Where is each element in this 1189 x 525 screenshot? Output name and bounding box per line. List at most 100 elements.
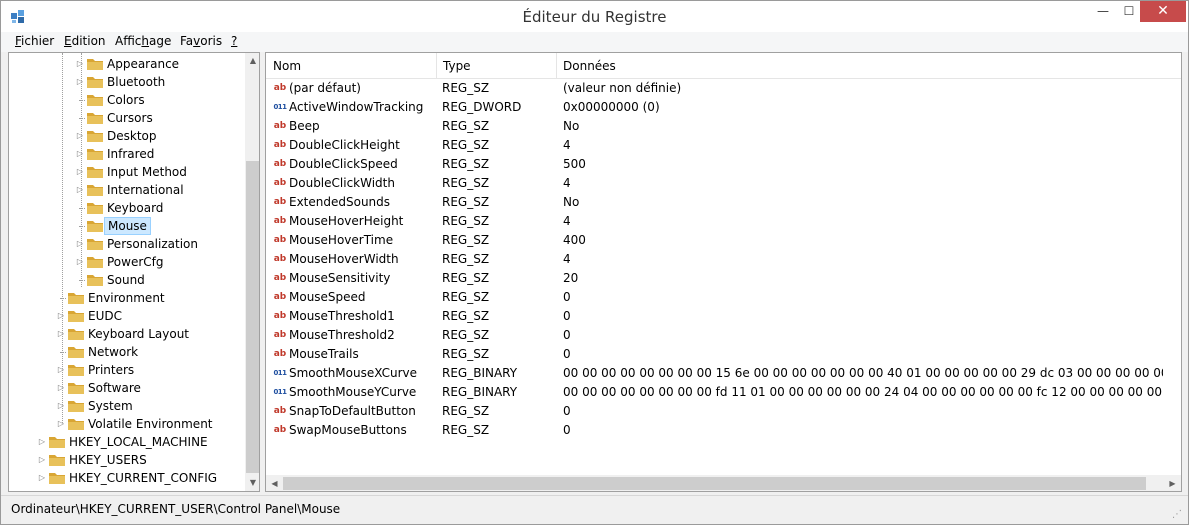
scroll-down-arrow-icon[interactable]: ▼ [245, 475, 259, 491]
tree-connector [75, 271, 85, 289]
tree-item-printers[interactable]: ▷ Printers [9, 361, 245, 379]
menu-affichage[interactable]: Affichage [115, 34, 171, 48]
key-tree-pane[interactable]: ▷ Appearance ▷ Bluetooth Colors Cursors ▷ Deskt… [8, 52, 260, 492]
tree-item-cursors[interactable]: Cursors [9, 109, 245, 127]
tree-item-international[interactable]: ▷ International [9, 181, 245, 199]
tree-item-system[interactable]: ▷ System [9, 397, 245, 415]
table-row[interactable]: ab DoubleClickWidth REG_SZ 4 [266, 174, 1181, 193]
value-type: REG_SZ [442, 233, 490, 247]
tree-item-colors[interactable]: Colors [9, 91, 245, 109]
tree-item-keyboard-layout[interactable]: ▷ Keyboard Layout [9, 325, 245, 343]
scroll-left-arrow-icon[interactable]: ◀ [266, 475, 283, 491]
value-type: REG_SZ [442, 119, 490, 133]
open-folder-icon [86, 219, 104, 233]
minimize-button[interactable]: — [1089, 1, 1117, 22]
scroll-up-arrow-icon[interactable]: ▲ [245, 53, 259, 69]
table-row[interactable]: ab MouseTrails REG_SZ 0 [266, 345, 1181, 364]
expand-arrow-icon[interactable]: ▷ [75, 145, 85, 163]
value-type: REG_SZ [442, 404, 490, 418]
tree-item-infrared[interactable]: ▷ Infrared [9, 145, 245, 163]
expand-arrow-icon[interactable]: ▷ [56, 307, 66, 325]
tree-item-hkey-local-machine[interactable]: ▷ HKEY_LOCAL_MACHINE [9, 433, 245, 451]
table-row[interactable]: 011 ActiveWindowTracking REG_DWORD 0x000000… [266, 98, 1181, 117]
expand-arrow-icon[interactable]: ▷ [56, 361, 66, 379]
table-row[interactable]: ab SnapToDefaultButton REG_SZ 0 [266, 402, 1181, 421]
expand-arrow-icon[interactable]: ▷ [75, 163, 85, 181]
tree-item-environment[interactable]: Environment [9, 289, 245, 307]
column-header-data[interactable]: Données [556, 53, 1156, 79]
tree-item-keyboard[interactable]: Keyboard [9, 199, 245, 217]
tree-item-volatile-environment[interactable]: ▷ Volatile Environment [9, 415, 245, 433]
tree-item-bluetooth[interactable]: ▷ Bluetooth [9, 73, 245, 91]
tree-item-network[interactable]: Network [9, 343, 245, 361]
table-row[interactable]: ab SwapMouseButtons REG_SZ 0 [266, 421, 1181, 440]
tree-item-mouse[interactable]: Mouse [9, 217, 245, 235]
tree-scroll-thumb[interactable] [246, 161, 259, 473]
table-row[interactable]: ab DoubleClickSpeed REG_SZ 500 [266, 155, 1181, 174]
column-header-name[interactable]: Nom [266, 53, 436, 79]
expand-arrow-icon[interactable]: ▷ [37, 451, 47, 469]
expand-arrow-icon[interactable]: ▷ [37, 469, 47, 487]
values-horizontal-scrollbar[interactable]: ◀ ▶ [266, 475, 1181, 491]
expand-arrow-icon[interactable]: ▷ [56, 325, 66, 343]
folder-icon [48, 435, 66, 449]
table-row[interactable]: ab MouseThreshold1 REG_SZ 0 [266, 307, 1181, 326]
value-name: MouseThreshold1 [289, 309, 395, 323]
expand-arrow-icon[interactable]: ▷ [75, 235, 85, 253]
expand-arrow-icon[interactable]: ▷ [56, 415, 66, 433]
table-row[interactable]: ab MouseHoverHeight REG_SZ 4 [266, 212, 1181, 231]
tree-item-appearance[interactable]: ▷ Appearance [9, 55, 245, 73]
table-row[interactable]: 011 SmoothMouseYCurve REG_BINARY 00 00 00 0… [266, 383, 1181, 402]
values-scroll-thumb[interactable] [283, 477, 1146, 490]
expand-arrow-icon[interactable]: ▷ [56, 397, 66, 415]
tree-item-input-method[interactable]: ▷ Input Method [9, 163, 245, 181]
key-tree: ▷ Appearance ▷ Bluetooth Colors Cursors ▷ Deskt… [9, 53, 245, 491]
string-value-icon: ab [273, 140, 287, 150]
value-name: DoubleClickSpeed [289, 157, 398, 171]
table-row[interactable]: ab MouseSensitivity REG_SZ 20 [266, 269, 1181, 288]
menu-help[interactable]: ? [231, 34, 237, 48]
tree-connector [56, 343, 66, 361]
expand-arrow-icon[interactable]: ▷ [56, 379, 66, 397]
tree-item-powercfg[interactable]: ▷ PowerCfg [9, 253, 245, 271]
tree-item-software[interactable]: ▷ Software [9, 379, 245, 397]
menu-edition[interactable]: Edition [64, 34, 106, 48]
expand-arrow-icon[interactable]: ▷ [75, 181, 85, 199]
column-header-type[interactable]: Type [436, 53, 556, 79]
tree-item-desktop[interactable]: ▷ Desktop [9, 127, 245, 145]
menu-favoris[interactable]: Favoris [180, 34, 222, 48]
table-row[interactable]: ab MouseSpeed REG_SZ 0 [266, 288, 1181, 307]
binary-value-icon: 011 [273, 103, 287, 111]
scroll-right-arrow-icon[interactable]: ▶ [1164, 475, 1181, 491]
table-row[interactable]: ab MouseHoverTime REG_SZ 400 [266, 231, 1181, 250]
table-row[interactable]: ab MouseHoverWidth REG_SZ 4 [266, 250, 1181, 269]
tree-item-hkey-users[interactable]: ▷ HKEY_USERS [9, 451, 245, 469]
tree-connector [56, 289, 66, 307]
close-button[interactable]: ✕ [1140, 1, 1186, 22]
tree-item-personalization[interactable]: ▷ Personalization [9, 235, 245, 253]
table-row[interactable]: ab DoubleClickHeight REG_SZ 4 [266, 136, 1181, 155]
tree-item-hkey-current-config[interactable]: ▷ HKEY_CURRENT_CONFIG [9, 469, 245, 487]
tree-vertical-scrollbar[interactable]: ▲ ▼ [245, 53, 259, 491]
menu-fichier[interactable]: Fichier [15, 34, 54, 48]
resize-grip-icon[interactable]: ⋰ [1172, 509, 1184, 521]
tree-item-eudc[interactable]: ▷ EUDC [9, 307, 245, 325]
table-row[interactable]: ab (par défaut) REG_SZ (valeur non définie) [266, 79, 1181, 98]
maximize-button[interactable]: ☐ [1115, 1, 1143, 22]
table-row[interactable]: 011 SmoothMouseXCurve REG_BINARY 00 00 00 0… [266, 364, 1181, 383]
expand-arrow-icon[interactable]: ▷ [75, 127, 85, 145]
value-data: (valeur non définie) [563, 81, 682, 95]
tree-item-label: Printers [88, 363, 135, 377]
value-data: 0x00000000 (0) [563, 100, 660, 114]
expand-arrow-icon[interactable]: ▷ [75, 73, 85, 91]
values-list-pane[interactable]: Nom Type Données ab (par défaut) REG_SZ (va… [265, 52, 1182, 492]
tree-item-sound[interactable]: Sound [9, 271, 245, 289]
title-bar[interactable]: Éditeur du Registre — ☐ ✕ [1, 1, 1188, 32]
table-row[interactable]: ab ExtendedSounds REG_SZ No [266, 193, 1181, 212]
expand-arrow-icon[interactable]: ▷ [75, 253, 85, 271]
table-row[interactable]: ab MouseThreshold2 REG_SZ 0 [266, 326, 1181, 345]
table-row[interactable]: ab Beep REG_SZ No [266, 117, 1181, 136]
tree-item-label: Environment [88, 291, 165, 305]
expand-arrow-icon[interactable]: ▷ [37, 433, 47, 451]
expand-arrow-icon[interactable]: ▷ [75, 55, 85, 73]
